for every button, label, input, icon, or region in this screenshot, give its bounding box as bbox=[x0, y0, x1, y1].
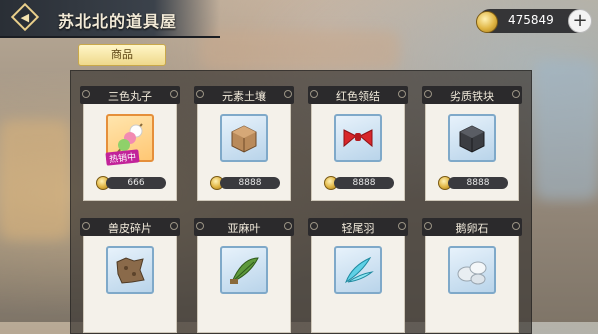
item-card-header: 劣质铁块 bbox=[422, 86, 522, 104]
item-icon-frame bbox=[334, 246, 382, 294]
item-card-header: 轻尾羽 bbox=[308, 218, 408, 236]
item-card[interactable]: 三色丸子 热销中 666 bbox=[80, 86, 180, 201]
back-icon: ◀ bbox=[10, 2, 40, 32]
background-blur bbox=[0, 120, 70, 240]
item-name: 轻尾羽 bbox=[341, 222, 375, 235]
background-blur bbox=[535, 60, 598, 200]
back-button[interactable]: ◀ bbox=[6, 2, 44, 32]
item-card[interactable]: 元素土壤 8888 bbox=[194, 86, 294, 201]
coin-icon bbox=[476, 11, 498, 33]
item-name: 亚麻叶 bbox=[227, 222, 261, 235]
item-card-header: 三色丸子 bbox=[80, 86, 180, 104]
iron-block-icon bbox=[459, 125, 485, 153]
item-card[interactable]: 兽皮碎片 bbox=[80, 218, 180, 333]
item-icon-frame bbox=[334, 114, 382, 162]
item-name: 红色领结 bbox=[336, 90, 380, 103]
item-price: 8888 bbox=[334, 177, 394, 189]
price-row: 8888 bbox=[438, 176, 510, 190]
item-card-header: 鹅卵石 bbox=[422, 218, 522, 236]
price-row: 666 bbox=[96, 176, 168, 190]
page-title: 苏北北的道具屋 bbox=[58, 12, 178, 31]
item-card-header: 元素土壤 bbox=[194, 86, 294, 104]
item-card[interactable]: 亚麻叶 bbox=[194, 218, 294, 333]
item-grid-panel: 三色丸子 热销中 666 元素土壤 8888 红色领结 8888 劣质铁块 88… bbox=[70, 70, 532, 334]
item-icon-frame bbox=[448, 114, 496, 162]
item-card[interactable]: 轻尾羽 bbox=[308, 218, 408, 333]
item-icon-frame bbox=[106, 246, 154, 294]
pebble-icon bbox=[457, 261, 487, 285]
red-bowtie-icon bbox=[343, 129, 373, 148]
item-price: 666 bbox=[106, 177, 166, 189]
item-name: 鹅卵石 bbox=[455, 222, 489, 235]
item-name: 三色丸子 bbox=[108, 90, 152, 103]
item-name: 兽皮碎片 bbox=[108, 222, 152, 235]
background-blur bbox=[200, 30, 400, 70]
item-icon-frame bbox=[220, 114, 268, 162]
top-bar: ◀ 苏北北的道具屋 bbox=[0, 0, 220, 38]
tail-feather-icon bbox=[345, 256, 374, 284]
item-price: 8888 bbox=[220, 177, 280, 189]
flax-leaf-icon bbox=[230, 257, 259, 284]
item-name: 劣质铁块 bbox=[450, 90, 494, 103]
item-icon-frame bbox=[220, 246, 268, 294]
currency-display: 475849 + bbox=[476, 9, 592, 33]
item-card[interactable]: 劣质铁块 8888 bbox=[422, 86, 522, 201]
item-price: 8888 bbox=[448, 177, 508, 189]
item-name: 元素土壤 bbox=[222, 90, 266, 103]
soil-icon bbox=[231, 125, 257, 153]
hot-sale-badge: 热销中 bbox=[105, 149, 140, 166]
item-icon-frame: 热销中 bbox=[105, 114, 154, 166]
price-row: 8888 bbox=[324, 176, 396, 190]
item-icon-frame bbox=[448, 246, 496, 294]
item-card[interactable]: 鹅卵石 bbox=[422, 218, 522, 333]
add-currency-button[interactable]: + bbox=[568, 9, 592, 33]
item-card[interactable]: 红色领结 8888 bbox=[308, 86, 408, 201]
hide-fragment-icon bbox=[116, 257, 145, 284]
price-row: 8888 bbox=[210, 176, 282, 190]
item-card-header: 兽皮碎片 bbox=[80, 218, 180, 236]
currency-amount: 475849 bbox=[508, 13, 554, 27]
tab-products[interactable]: 商品 bbox=[78, 44, 166, 66]
item-card-header: 亚麻叶 bbox=[194, 218, 294, 236]
item-card-header: 红色领结 bbox=[308, 86, 408, 104]
